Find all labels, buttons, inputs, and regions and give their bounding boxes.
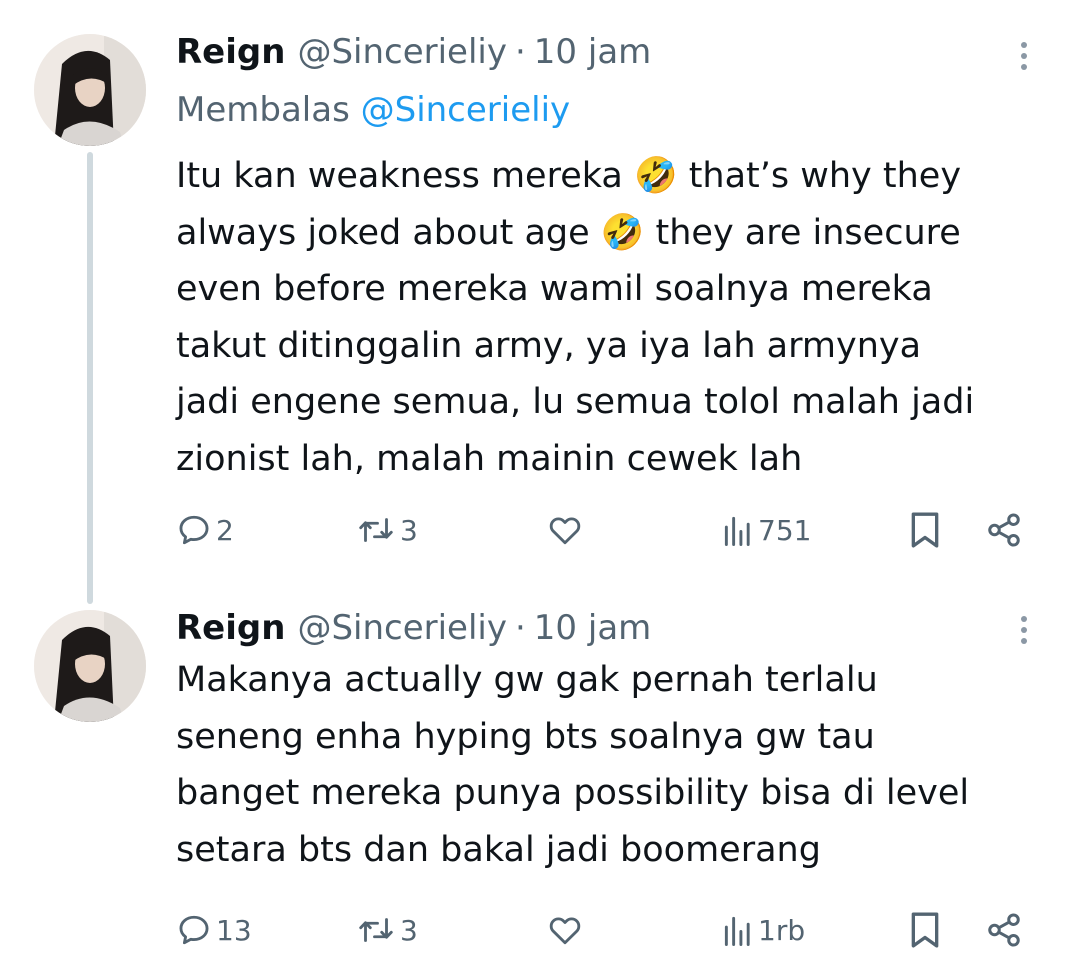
tweet-text-line: setara bts dan bakal jadi boomerang [176, 829, 821, 870]
author-name[interactable]: Reign [176, 30, 285, 74]
timestamp[interactable]: 10 jam [534, 30, 651, 74]
tweet-text-line: Makanya actually gw gak pernah terlalu [176, 660, 878, 700]
share-icon [988, 913, 1020, 947]
reply-count: 2 [216, 513, 234, 547]
bookmark-icon [911, 912, 939, 948]
reply-button[interactable]: 2 [176, 510, 234, 550]
views-bar-chart-icon [724, 916, 750, 946]
rolling-on-floor-laughing-emoji: 🤣 [633, 156, 678, 196]
avatar[interactable] [34, 610, 146, 722]
tweet-text-line: even before mereka wamil soalnya mereka [176, 269, 933, 309]
reply-button[interactable]: 13 [176, 910, 252, 950]
share-button[interactable] [984, 510, 1024, 550]
tweet-text-line: zionist lah, malah mainin cewek lah [176, 438, 803, 479]
share-button[interactable] [984, 910, 1024, 950]
author-name[interactable]: Reign [176, 606, 285, 650]
tweet-header: Reign @Sincerieliy · 10 jam [176, 30, 651, 74]
tweet-text-line: Itu kan weakness mereka 🤣 that’s why the… [176, 156, 962, 196]
tweet-actions: 13 3 1rb [0, 900, 1068, 960]
retweet-count: 3 [400, 513, 418, 547]
avatar[interactable] [34, 34, 146, 146]
retweet-icon [359, 518, 393, 542]
like-button[interactable] [546, 910, 584, 950]
like-heart-icon [549, 917, 581, 945]
reply-icon [179, 515, 209, 545]
views-count: 1rb [758, 913, 806, 947]
bookmark-icon [911, 512, 939, 548]
retweet-count: 3 [400, 913, 418, 947]
rolling-on-floor-laughing-emoji: 🤣 [600, 212, 645, 253]
reply-count: 13 [216, 913, 252, 947]
tweet-text-line: seneng enha hyping bts soalnya gw tau [176, 716, 875, 757]
replying-to: Membalas @Sincerieliy [176, 88, 570, 132]
views-button[interactable]: 751 [722, 510, 811, 550]
tweet-text: Itu kan weakness mereka 🤣 that’s why the… [176, 148, 1046, 487]
replying-to-handle[interactable]: @Sincerieliy [361, 90, 571, 130]
retweet-icon [359, 918, 393, 942]
views-button[interactable]: 1rb [722, 910, 805, 950]
retweet-button[interactable]: 3 [356, 510, 418, 550]
tweet[interactable]: Reign @Sincerieliy · 10 jam Membalas @Si… [0, 0, 1068, 604]
author-handle[interactable]: @Sincerieliy [297, 30, 507, 74]
tweet[interactable]: Reign @Sincerieliy · 10 jam Makanya actu… [0, 590, 1068, 976]
more-options-icon[interactable] [1006, 36, 1042, 76]
tweet-text: Makanya actually gw gak pernah terlalu s… [176, 652, 1046, 878]
share-icon [988, 513, 1020, 547]
replying-to-label: Membalas [176, 90, 350, 130]
tweet-text-line: always joked about age 🤣 they are insecu… [176, 212, 961, 253]
tweet-text-line: takut ditinggalin army, ya iya lah armyn… [176, 325, 922, 366]
tweet-header: Reign @Sincerieliy · 10 jam [176, 606, 651, 650]
reply-icon [179, 915, 209, 945]
separator-dot: · [514, 608, 526, 648]
tweet-text-line: banget mereka punya possibility bisa di … [176, 773, 970, 813]
bookmark-button[interactable] [908, 510, 942, 550]
tweet-text-line: jadi engene semua, lu semua tolol malah … [176, 382, 975, 422]
views-count: 751 [758, 513, 812, 547]
author-handle[interactable]: @Sincerieliy [297, 606, 507, 650]
views-bar-chart-icon [724, 516, 750, 546]
retweet-button[interactable]: 3 [356, 910, 418, 950]
like-heart-icon [549, 517, 581, 545]
timestamp[interactable]: 10 jam [534, 606, 651, 650]
tweet-actions: 2 3 751 [0, 500, 1068, 560]
more-options-icon[interactable] [1006, 610, 1042, 650]
separator-dot: · [514, 32, 526, 72]
like-button[interactable] [546, 510, 584, 550]
bookmark-button[interactable] [908, 910, 942, 950]
